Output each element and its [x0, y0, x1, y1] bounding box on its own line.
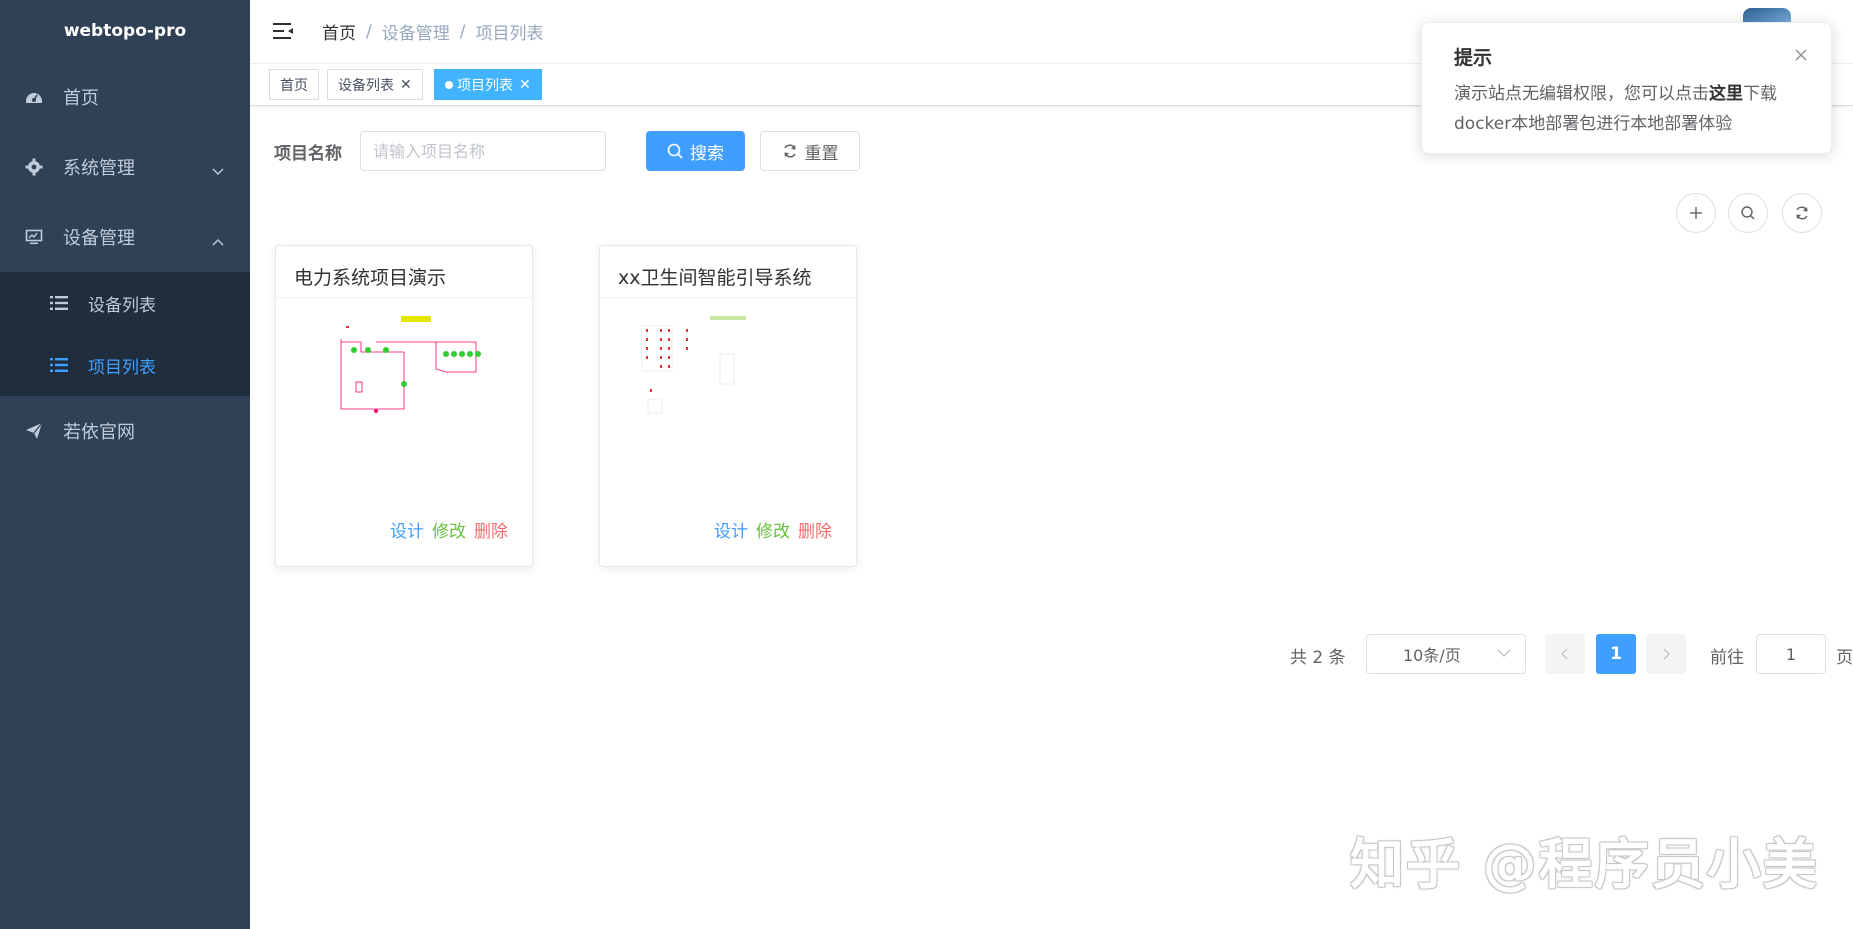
- page-size-select[interactable]: 10条/页: [1366, 634, 1526, 674]
- close-icon[interactable]: ✕: [519, 78, 531, 92]
- project-card: 电力系统项目演示 设计 修改 删除: [275, 245, 533, 567]
- project-name-input[interactable]: [360, 131, 606, 171]
- tag-label: 设备列表: [338, 77, 394, 94]
- breadcrumb-item-project-list: 项目列表: [475, 24, 544, 44]
- notification: 提示 演示站点无编辑权限，您可以点击这里下载docker本地部署包进行本地部署体…: [1421, 22, 1832, 154]
- close-icon[interactable]: ✕: [400, 78, 412, 92]
- prev-page-button[interactable]: [1545, 634, 1585, 674]
- card-actions: 设计 修改 删除: [714, 517, 832, 542]
- refresh-icon: [783, 144, 796, 158]
- pagination-total: 共 2 条: [1290, 648, 1346, 668]
- sidebar-item-label: 若依官网: [63, 422, 135, 443]
- notification-title: 提示: [1454, 47, 1493, 69]
- toggle-search-button[interactable]: [1728, 193, 1768, 233]
- sidebar-item-ruoyi-site[interactable]: 若依官网: [0, 396, 250, 466]
- monitor-icon: [25, 228, 43, 246]
- breadcrumb-item-device-management: 设备管理: [381, 24, 450, 44]
- breadcrumb-item-home[interactable]: 首页: [322, 19, 356, 44]
- notification-message: 演示站点无编辑权限，您可以点击这里下载docker本地部署包进行本地部署体验: [1454, 79, 1804, 139]
- breadcrumb-separator: /: [459, 21, 466, 42]
- goto-label: 前往: [1710, 648, 1744, 668]
- device-submenu: 设备列表 项目列表: [0, 272, 250, 396]
- tag-device-list[interactable]: 设备列表 ✕: [327, 69, 423, 100]
- tag-project-list[interactable]: 项目列表 ✕: [434, 69, 542, 100]
- design-link[interactable]: 设计: [714, 517, 748, 542]
- search-button[interactable]: 搜索: [646, 131, 745, 171]
- project-card-title: 电力系统项目演示: [276, 246, 532, 298]
- hamburger-icon[interactable]: [272, 20, 294, 42]
- app-brand: webtopo-pro: [63, 21, 187, 41]
- sidebar-item-system[interactable]: 系统管理: [0, 132, 250, 202]
- sidebar-item-project-list[interactable]: 项目列表: [0, 334, 250, 396]
- next-page-button[interactable]: [1646, 634, 1686, 674]
- project-thumbnail[interactable]: [630, 314, 830, 434]
- watermark: 知乎 @程序员小美: [1350, 833, 1819, 896]
- notification-link[interactable]: 这里: [1709, 84, 1743, 104]
- sidebar-item-home[interactable]: 首页: [0, 62, 250, 132]
- goto-page-input[interactable]: [1756, 634, 1826, 674]
- breadcrumb-separator: /: [366, 21, 372, 42]
- page-number-current[interactable]: 1: [1596, 634, 1636, 674]
- notification-text: 演示站点无编辑权限，您可以点击: [1454, 84, 1709, 104]
- goto-unit: 页: [1836, 648, 1853, 668]
- sidebar: webtopo-pro 首页 系统管理 设备管理 设备列表 项目列表 若依官网: [0, 0, 250, 929]
- project-card-title: xx卫生间智能引导系统: [600, 246, 856, 298]
- search-icon: [667, 143, 683, 159]
- plus-icon: [1690, 207, 1702, 219]
- page-size-value: 10条/页: [1403, 646, 1461, 665]
- chevron-down-icon: [1497, 649, 1511, 657]
- project-name-label: 项目名称: [274, 144, 342, 164]
- sidebar-item-device-management[interactable]: 设备管理: [0, 202, 250, 272]
- reset-button-label: 重置: [804, 143, 839, 164]
- sidebar-item-label: 设备列表: [88, 295, 156, 316]
- list-icon: [50, 358, 68, 372]
- close-icon[interactable]: [1791, 45, 1811, 65]
- chevron-right-icon: [1663, 648, 1670, 660]
- tag-home[interactable]: 首页: [269, 69, 319, 100]
- chevron-up-icon: [212, 230, 224, 251]
- active-dot-icon: [445, 80, 453, 89]
- breadcrumb: 首页 / 设备管理 / 项目列表: [322, 19, 544, 45]
- sidebar-item-device-list[interactable]: 设备列表: [0, 272, 250, 334]
- search-icon: [1741, 206, 1755, 220]
- sidebar-item-label: 项目列表: [88, 357, 156, 378]
- delete-link[interactable]: 删除: [474, 517, 508, 542]
- chevron-left-icon: [1561, 648, 1568, 660]
- tag-label: 首页: [280, 77, 308, 94]
- reset-button[interactable]: 重置: [760, 131, 860, 171]
- refresh-icon: [1796, 206, 1808, 220]
- project-card: xx卫生间智能引导系统 设计 修改 删除: [599, 245, 857, 567]
- search-button-label: 搜索: [690, 143, 724, 164]
- card-actions: 设计 修改 删除: [390, 517, 508, 542]
- list-icon: [50, 296, 68, 310]
- chevron-down-icon: [212, 160, 224, 181]
- edit-link[interactable]: 修改: [432, 517, 466, 542]
- send-icon: [25, 422, 43, 440]
- refresh-button[interactable]: [1782, 193, 1822, 233]
- project-thumbnail[interactable]: [306, 314, 506, 434]
- edit-link[interactable]: 修改: [756, 517, 790, 542]
- add-button[interactable]: [1676, 193, 1716, 233]
- sidebar-item-label: 首页: [63, 88, 99, 109]
- tag-label: 项目列表: [457, 77, 513, 94]
- gear-icon: [25, 158, 43, 176]
- delete-link[interactable]: 删除: [798, 517, 832, 542]
- design-link[interactable]: 设计: [390, 517, 424, 542]
- dashboard-icon: [25, 88, 43, 106]
